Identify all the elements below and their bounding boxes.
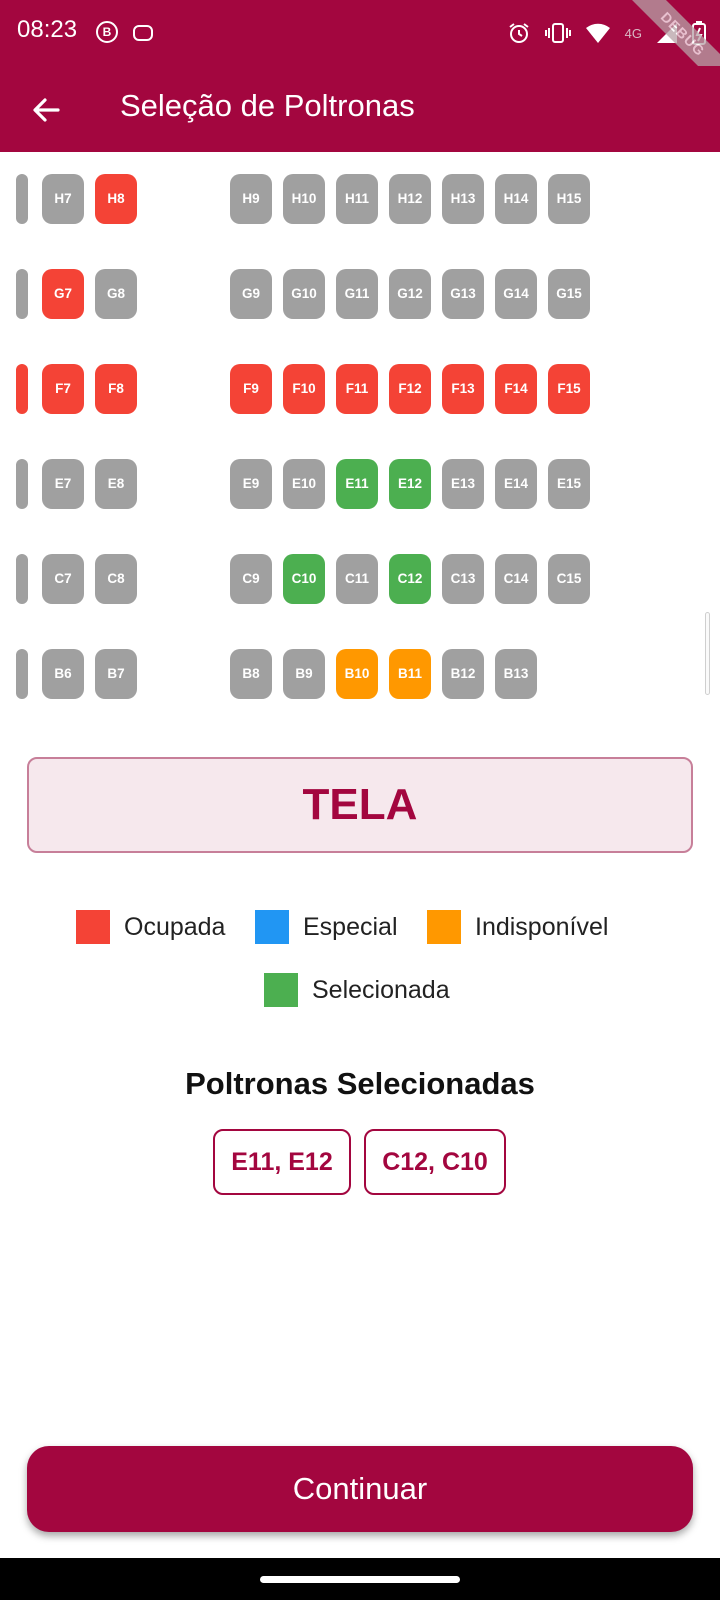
seat-e15[interactable]: E15 [548, 459, 590, 509]
seat-h9[interactable]: H9 [230, 174, 272, 224]
seat-e10[interactable]: E10 [283, 459, 325, 509]
seat-h13[interactable]: H13 [442, 174, 484, 224]
seat-c7[interactable]: C7 [42, 554, 84, 604]
network-label: 4G [624, 25, 642, 41]
seat-h7[interactable]: H7 [42, 174, 84, 224]
seat-f10: F10 [283, 364, 325, 414]
legend-swatch-occupied [76, 910, 110, 944]
seat-partial[interactable] [16, 174, 28, 224]
seat-row-e: E7 E8 E9 E10 E11 E12 E13 E14 E15 [0, 459, 720, 509]
status-bar: 08:23 B 4G DEBUG [0, 0, 720, 96]
seat-e11[interactable]: E11 [336, 459, 378, 509]
app-bar: Seleção de Poltronas [0, 66, 720, 152]
legend-label: Especial [303, 912, 398, 941]
seat-b12[interactable]: B12 [442, 649, 484, 699]
seat-f13: F13 [442, 364, 484, 414]
seat-g15[interactable]: G15 [548, 269, 590, 319]
vibrate-icon [544, 23, 571, 43]
screen-label: TELA [302, 780, 418, 829]
seat-e13[interactable]: E13 [442, 459, 484, 509]
legend-occupied: Ocupada [76, 910, 225, 944]
seat-c8[interactable]: C8 [95, 554, 137, 604]
seat-g12[interactable]: G12 [389, 269, 431, 319]
seat-g14[interactable]: G14 [495, 269, 537, 319]
seat-h12[interactable]: H12 [389, 174, 431, 224]
home-indicator[interactable] [260, 1576, 460, 1583]
seat-f11: F11 [336, 364, 378, 414]
seat-h15[interactable]: H15 [548, 174, 590, 224]
seat-e12[interactable]: E12 [389, 459, 431, 509]
seat-c15[interactable]: C15 [548, 554, 590, 604]
seat-g10[interactable]: G10 [283, 269, 325, 319]
seat-c10[interactable]: C10 [283, 554, 325, 604]
wifi-icon [585, 23, 610, 43]
selected-seats-chip[interactable]: E11, E12 [213, 1129, 351, 1195]
seat-partial[interactable] [16, 554, 28, 604]
seat-f14: F14 [495, 364, 537, 414]
legend-swatch-special [255, 910, 289, 944]
selected-seats-chip[interactable]: C12, C10 [364, 1129, 506, 1195]
seat-e9[interactable]: E9 [230, 459, 272, 509]
message-icon [133, 25, 153, 41]
selected-seats-title: Poltronas Selecionadas [185, 1066, 535, 1101]
seat-e8[interactable]: E8 [95, 459, 137, 509]
legend-label: Indisponível [475, 912, 609, 941]
legend-unavailable: Indisponível [427, 910, 608, 944]
seat-h10[interactable]: H10 [283, 174, 325, 224]
seat-f8: F8 [95, 364, 137, 414]
seat-e14[interactable]: E14 [495, 459, 537, 509]
seat-b13[interactable]: B13 [495, 649, 537, 699]
legend-label: Ocupada [124, 912, 226, 941]
screen-indicator: TELA [27, 757, 693, 853]
seat-row-b: B6 B7 B8 B9 B10 B11 B12 B13 [0, 649, 720, 699]
seat-g13[interactable]: G13 [442, 269, 484, 319]
seat-g9[interactable]: G9 [230, 269, 272, 319]
whatsapp-business-icon: B [96, 21, 118, 43]
seat-b8[interactable]: B8 [230, 649, 272, 699]
seat-f15: F15 [548, 364, 590, 414]
seat-map[interactable]: H7 H8 H9 H10 H11 H12 H13 H14 H15 G7 G8 G9 G10 G11 G12 G… [0, 152, 720, 727]
system-nav-bar [0, 1558, 720, 1600]
seat-row-f: F7 F8 F9 F10 F11 F12 F13 F14 F15 [0, 364, 720, 414]
legend-swatch-selected [264, 973, 298, 1007]
seat-h8: H8 [95, 174, 137, 224]
back-button[interactable] [22, 86, 70, 134]
seat-b11: B11 [389, 649, 431, 699]
seat-h14[interactable]: H14 [495, 174, 537, 224]
seat-f9: F9 [230, 364, 272, 414]
status-time: 08:23 [17, 16, 78, 43]
seat-b9[interactable]: B9 [283, 649, 325, 699]
seat-partial [16, 364, 28, 414]
seat-c9[interactable]: C9 [230, 554, 272, 604]
seat-g11[interactable]: G11 [336, 269, 378, 319]
seat-c14[interactable]: C14 [495, 554, 537, 604]
seat-partial[interactable] [16, 459, 28, 509]
seat-row-c: C7 C8 C9 C10 C11 C12 C13 C14 C15 [0, 554, 720, 604]
legend-selected: Selecionada [264, 973, 450, 1007]
seat-g8[interactable]: G8 [95, 269, 137, 319]
seat-partial[interactable] [16, 649, 28, 699]
seat-g7: G7 [42, 269, 84, 319]
seat-b7[interactable]: B7 [95, 649, 137, 699]
seat-row-h: H7 H8 H9 H10 H11 H12 H13 H14 H15 [0, 174, 720, 224]
seat-c12[interactable]: C12 [389, 554, 431, 604]
page-title: Seleção de Poltronas [120, 88, 415, 123]
seat-partial[interactable] [16, 269, 28, 319]
seat-c11[interactable]: C11 [336, 554, 378, 604]
seat-row-g: G7 G8 G9 G10 G11 G12 G13 G14 G15 [0, 269, 720, 319]
legend-swatch-unavailable [427, 910, 461, 944]
legend-label: Selecionada [312, 975, 450, 1004]
seat-c13[interactable]: C13 [442, 554, 484, 604]
seat-h11[interactable]: H11 [336, 174, 378, 224]
alarm-icon [509, 23, 529, 43]
seat-e7[interactable]: E7 [42, 459, 84, 509]
arrow-back-icon [33, 98, 60, 122]
seat-b10: B10 [336, 649, 378, 699]
seat-f12: F12 [389, 364, 431, 414]
seat-b6[interactable]: B6 [42, 649, 84, 699]
continue-button[interactable]: Continuar [27, 1446, 693, 1532]
legend-special: Especial [255, 910, 398, 944]
seat-f7: F7 [42, 364, 84, 414]
